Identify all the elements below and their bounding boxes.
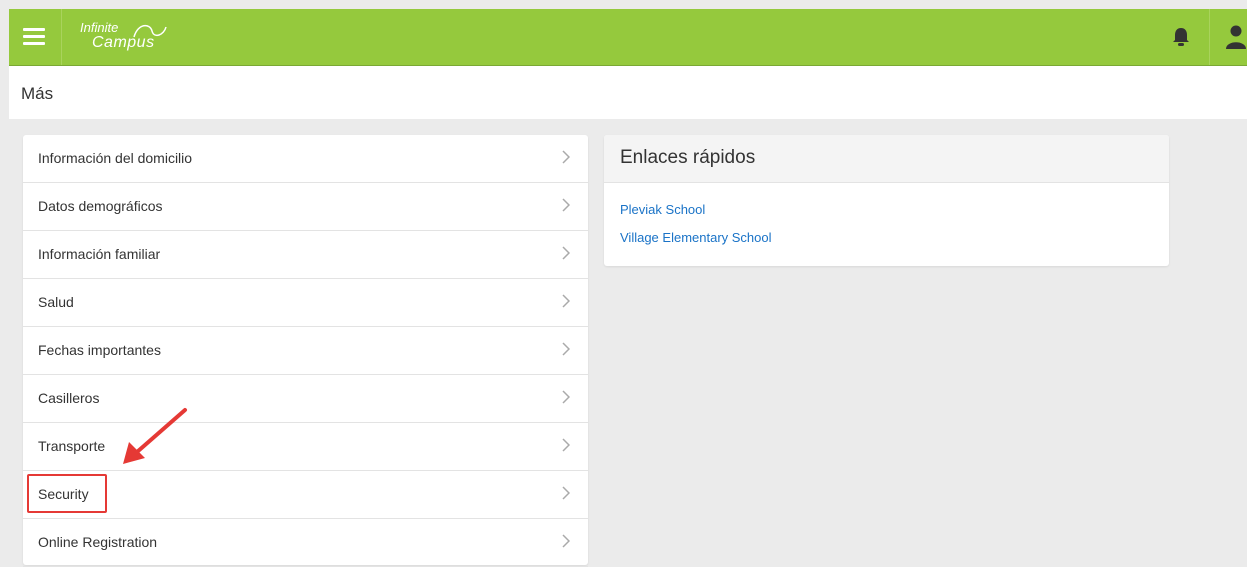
menu-item-label: Salud — [38, 294, 74, 310]
menu-item-label: Fechas importantes — [38, 342, 161, 358]
quick-links-card: Enlaces rápidos Pleviak School Village E… — [604, 135, 1169, 266]
header-divider-right — [1209, 9, 1210, 65]
chevron-right-icon — [562, 198, 570, 212]
page-header: Más — [9, 66, 1247, 119]
infinite-campus-logo[interactable]: Infinite Campus — [80, 18, 190, 56]
page-title: Más — [21, 84, 54, 103]
chevron-right-icon — [562, 294, 570, 308]
chevron-right-icon — [562, 438, 570, 452]
menu-item-label: Online Registration — [38, 534, 158, 550]
menu-item-informacion-domicilio[interactable]: Información del domicilio — [23, 135, 588, 183]
menu-item-security[interactable]: Security — [23, 471, 588, 519]
hamburger-menu-icon[interactable] — [23, 26, 45, 48]
logo-text-infinite: Infinite — [80, 20, 119, 35]
menu-item-label: Transporte — [38, 438, 106, 454]
chevron-right-icon — [562, 150, 570, 164]
menu-item-datos-demograficos[interactable]: Datos demográficos — [23, 183, 588, 231]
quick-links-header: Enlaces rápidos — [604, 135, 1169, 183]
menu-item-label: Información del domicilio — [38, 150, 193, 166]
header-divider — [61, 9, 62, 65]
chevron-right-icon — [562, 486, 570, 500]
more-menu-list: Información del domicilio Datos demográf… — [23, 135, 588, 567]
menu-item-casilleros[interactable]: Casilleros — [23, 375, 588, 423]
menu-item-label: Información familiar — [38, 246, 161, 262]
chevron-right-icon — [562, 246, 570, 260]
quick-link-pleviak-school[interactable]: Pleviak School — [620, 202, 705, 217]
menu-item-label: Datos demográficos — [38, 198, 163, 214]
chevron-right-icon — [562, 342, 570, 356]
security-highlight-box — [27, 474, 107, 513]
quick-links-title: Enlaces rápidos — [620, 147, 756, 168]
menu-item-online-registration[interactable]: Online Registration — [23, 519, 588, 567]
user-icon[interactable] — [1225, 25, 1247, 49]
menu-item-informacion-familiar[interactable]: Información familiar — [23, 231, 588, 279]
menu-item-fechas-importantes[interactable]: Fechas importantes — [23, 327, 588, 375]
logo-swoosh-icon — [133, 24, 167, 38]
menu-item-transporte[interactable]: Transporte — [23, 423, 588, 471]
quick-link-village-elementary-school[interactable]: Village Elementary School — [620, 230, 772, 245]
chevron-right-icon — [562, 534, 570, 548]
annotation-arrow-icon — [123, 408, 187, 464]
bell-icon[interactable] — [1172, 27, 1190, 47]
menu-item-salud[interactable]: Salud — [23, 279, 588, 327]
chevron-right-icon — [562, 390, 570, 404]
top-navigation-bar: Infinite Campus — [9, 9, 1247, 66]
menu-item-label: Casilleros — [38, 390, 100, 406]
